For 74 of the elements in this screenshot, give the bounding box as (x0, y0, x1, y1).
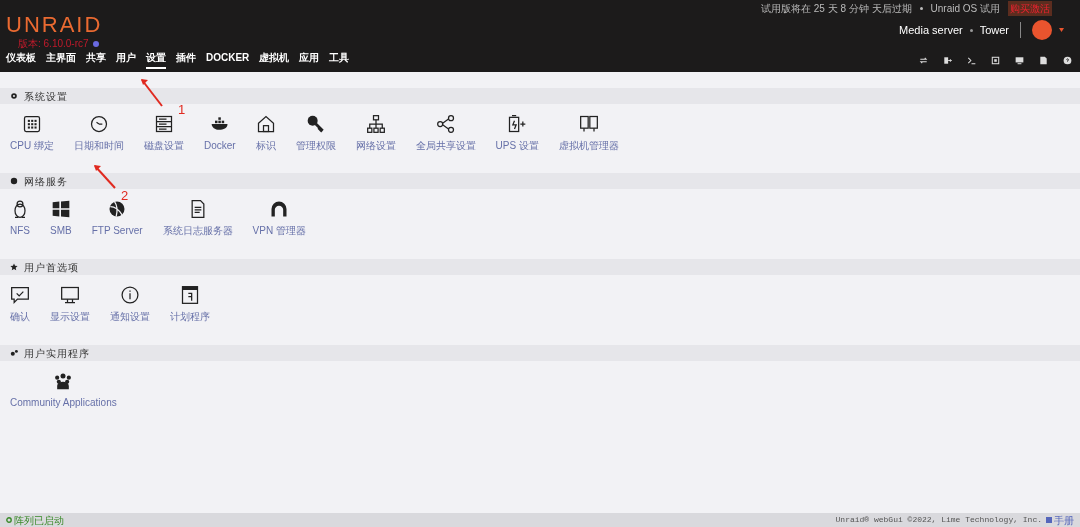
gear-icon (10, 92, 18, 100)
key-icon (305, 114, 326, 134)
buy-link[interactable]: 购买激活 (1008, 1, 1052, 16)
settings-item[interactable]: 虚拟机管理器 (552, 114, 625, 153)
manual-link[interactable]: 手册 (1054, 512, 1074, 527)
tunnel-icon (269, 199, 290, 219)
nav-tab[interactable]: DOCKER (206, 52, 250, 69)
info-icon (92, 40, 99, 47)
grid-chip-icon (21, 114, 42, 134)
settings-item[interactable]: 全局共享设置 (409, 114, 482, 153)
separator-dot (919, 7, 923, 10)
clock-icon (88, 114, 109, 134)
settings-item[interactable]: 网络设置 (349, 114, 402, 153)
caret-icon (1059, 28, 1064, 32)
star-icon (10, 263, 18, 271)
battery-plug-icon (507, 114, 528, 134)
settings-item[interactable]: SMB (44, 199, 78, 238)
nav-tab[interactable]: 用户 (116, 52, 136, 69)
home-icon (255, 114, 276, 134)
dual-monitor-icon (578, 114, 599, 134)
calendar-icon (180, 285, 200, 305)
nav-tab[interactable]: 仪表板 (6, 52, 36, 69)
book-icon (1046, 517, 1052, 523)
monitor-icon (60, 285, 80, 305)
array-status: 阵列已启动 (14, 513, 64, 527)
share-icon (435, 114, 456, 134)
network-icon (365, 114, 386, 134)
windows-icon (50, 199, 71, 219)
terminal-icon[interactable] (967, 56, 976, 65)
repeat-icon[interactable] (919, 56, 928, 65)
logo[interactable]: UNRAID (6, 14, 103, 36)
logout-icon[interactable] (943, 56, 952, 65)
settings-item[interactable]: Docker (197, 114, 242, 153)
settings-item[interactable]: 通知设置 (104, 285, 156, 324)
nav-tab[interactable]: 主界面 (46, 52, 76, 69)
section-title: 网络服务 (24, 174, 68, 189)
trial-notice: 试用版将在 25 天 8 分钟 天后过期 (760, 2, 912, 16)
monitor-icon[interactable] (1015, 56, 1024, 65)
settings-item[interactable]: Community Applications (4, 371, 123, 410)
help-icon[interactable] (1063, 56, 1072, 65)
settings-item[interactable]: 管理权限 (289, 114, 342, 153)
nav-tab[interactable]: 共享 (86, 52, 106, 69)
users-icon (53, 371, 74, 391)
settings-item[interactable]: 系统日志服务器 (156, 199, 239, 238)
status-dot-icon (6, 517, 12, 523)
settings-item[interactable]: UPS 设置 (489, 114, 545, 153)
server-name: Media server (899, 22, 963, 38)
section-title: 系统设置 (24, 89, 68, 104)
feed-icon[interactable] (991, 56, 1000, 65)
copyright-text: Unraid® webGui ©2022, Lime Technology, Inc. (835, 514, 1042, 526)
section-title: 用户实用程序 (24, 346, 90, 361)
avatar[interactable] (1032, 20, 1052, 40)
nav-tab[interactable]: 插件 (176, 52, 196, 69)
os-label: Unraid OS 试用 (930, 2, 1000, 16)
nav-tab[interactable]: 虚拟机 (259, 52, 290, 69)
settings-item[interactable]: VPN 管理器 (246, 199, 312, 238)
version-text: 版本: 6.10.0-rc7 (18, 37, 89, 51)
section-title: 用户首选项 (24, 260, 79, 275)
server-rack-icon (153, 114, 174, 134)
info-icon (120, 285, 140, 305)
settings-item[interactable]: 显示设置 (44, 285, 96, 324)
settings-item[interactable]: 计划程序 (164, 285, 216, 324)
nav-tab[interactable]: 设置 (146, 52, 166, 69)
document-icon[interactable] (1039, 56, 1048, 65)
separator-dot (969, 28, 973, 32)
server-host: Tower (979, 22, 1009, 38)
settings-item[interactable]: 确认 (4, 285, 36, 324)
settings-item[interactable]: 日期和时间 (67, 114, 130, 153)
settings-item[interactable]: CPU 绑定 (4, 114, 60, 153)
nav-tab[interactable]: 工具 (329, 52, 350, 69)
settings-item[interactable]: 标识 (249, 114, 282, 153)
settings-item[interactable]: NFS (4, 199, 36, 238)
chat-check-icon (10, 285, 30, 305)
nav-tab[interactable]: 应用 (299, 52, 320, 69)
